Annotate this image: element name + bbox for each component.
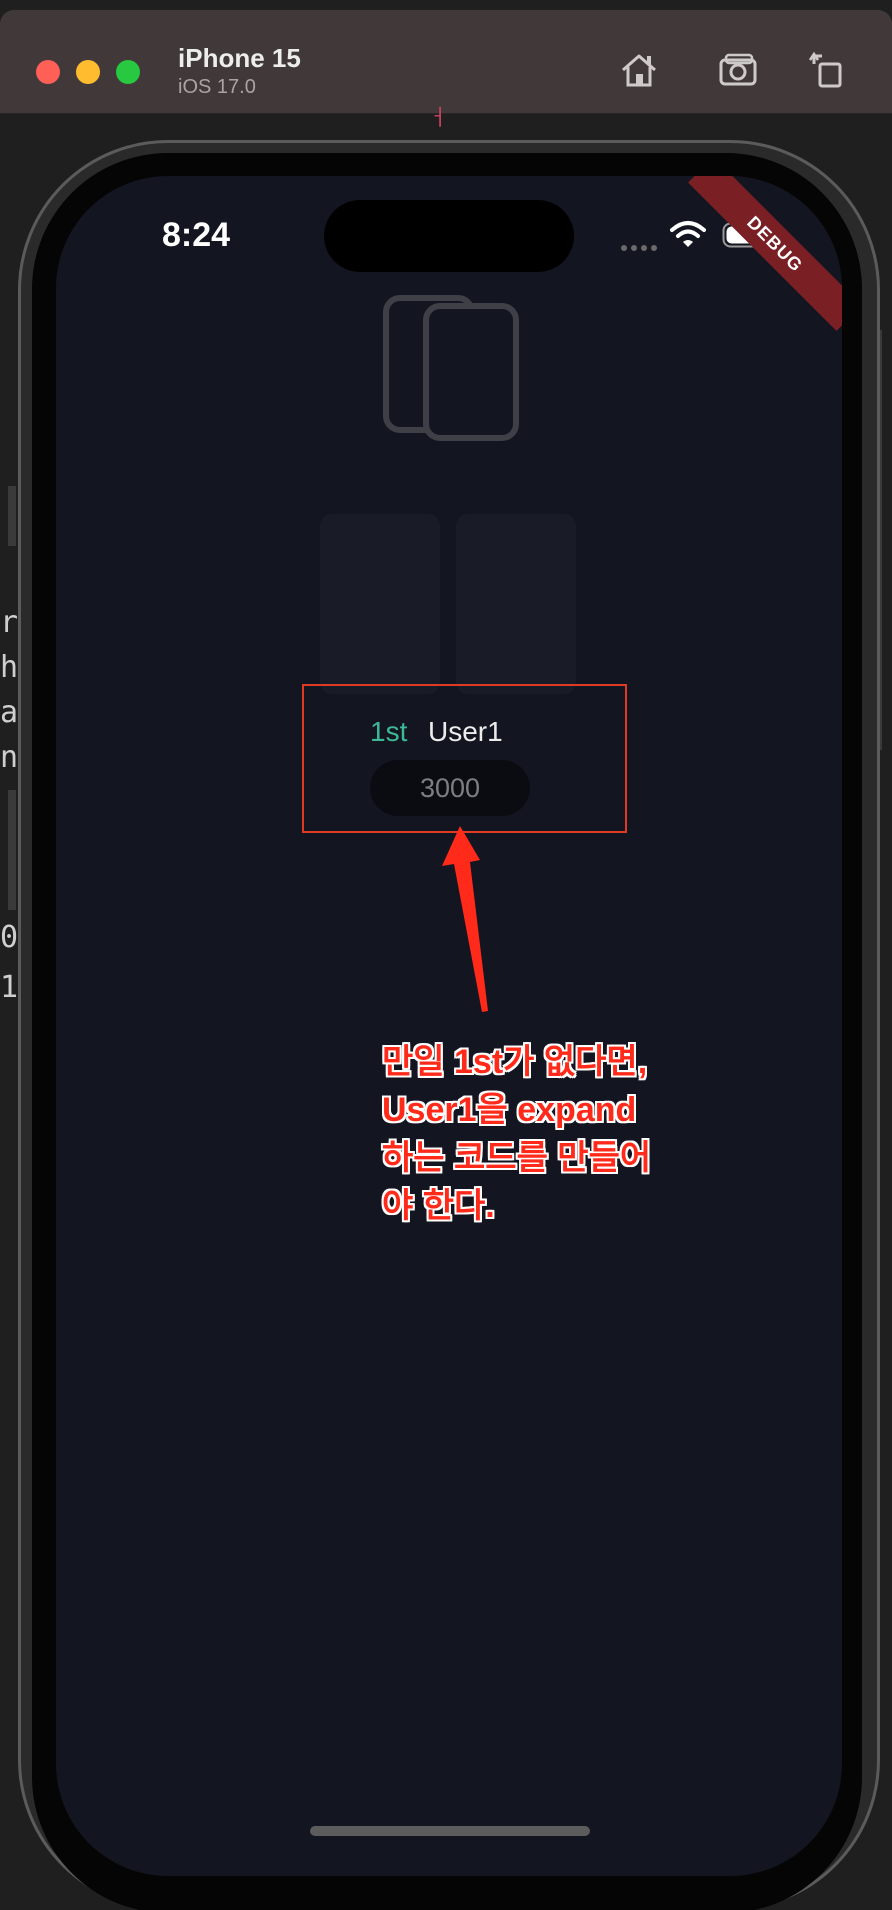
screenshot-button[interactable] (716, 48, 760, 92)
status-time: 8:24 (162, 216, 231, 254)
device-screen: 8:24 DEBUG 1st User1 3000 (56, 176, 842, 1876)
rotate-icon (808, 51, 842, 88)
device-name: iPhone 15 (178, 43, 301, 73)
annotation-arrow-icon (442, 826, 488, 1012)
annotation-highlight-box (302, 684, 627, 833)
annotation-note: 만일 1st가 없다면, User1을 expand 하는 코드를 만들어 야 … (382, 1043, 652, 1225)
editor-gutter-mark (8, 486, 16, 546)
zoom-window-button[interactable] (116, 60, 140, 84)
editor-gutter-mark (8, 790, 16, 910)
screenshot-icon (719, 53, 757, 86)
simulator-titlebar: iPhone 15 iOS 17.0 (0, 10, 892, 114)
background-code: 1 (0, 970, 19, 1005)
background-code: 0 (0, 920, 19, 955)
background-code: n (0, 740, 19, 775)
home-button[interactable] (617, 48, 661, 92)
dynamic-island (324, 200, 574, 272)
background-code: r (0, 605, 19, 640)
cards-icon (383, 295, 519, 441)
os-version: iOS 17.0 (178, 76, 256, 98)
rotate-button[interactable] (806, 48, 850, 92)
background-code-glyph: ㅓ (428, 105, 449, 130)
minimize-window-button[interactable] (76, 60, 100, 84)
wifi-icon (670, 221, 706, 247)
background-code: a (0, 695, 19, 730)
podium-slot (320, 514, 440, 694)
home-icon (622, 54, 656, 87)
home-indicator[interactable] (310, 1826, 590, 1836)
cellular-signal-icon (621, 238, 661, 251)
close-window-button[interactable] (36, 60, 60, 84)
podium-slot (456, 514, 576, 694)
background-code: h (0, 650, 19, 685)
simulator-window: r h a n 0 1 iPhone 15 iOS 17.0 ㅓ 8:24 DE… (0, 0, 892, 1910)
